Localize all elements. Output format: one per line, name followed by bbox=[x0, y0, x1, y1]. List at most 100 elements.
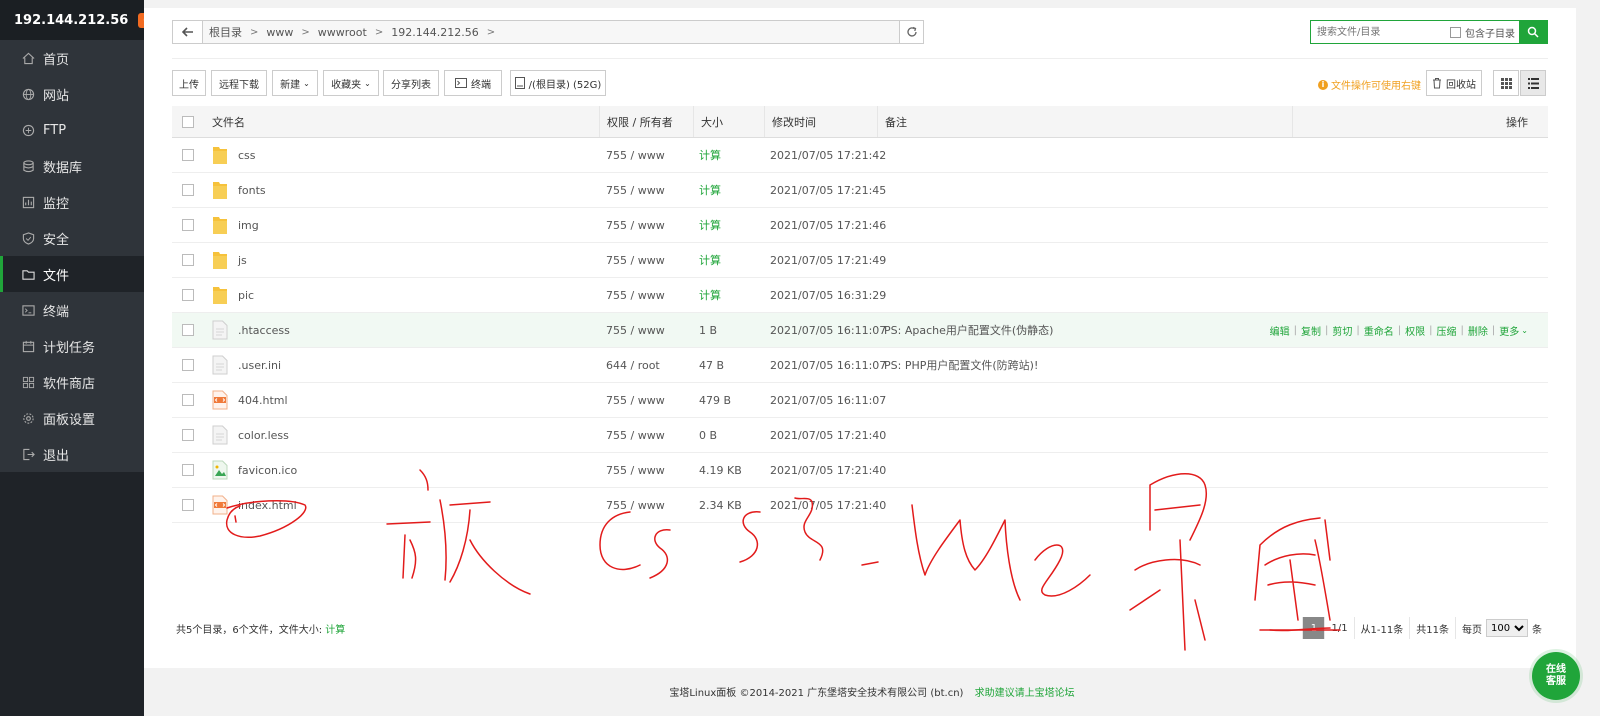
sidebar-item-database[interactable]: 数据库 bbox=[0, 148, 144, 184]
online-support-button[interactable]: 在线 客服 bbox=[1532, 652, 1580, 700]
grid-view-button[interactable] bbox=[1493, 70, 1519, 96]
row-checkbox[interactable] bbox=[182, 418, 194, 452]
back-button[interactable] bbox=[173, 21, 203, 43]
permission-cell[interactable]: 644 / root bbox=[606, 348, 660, 382]
permission-cell[interactable]: 755 / www bbox=[606, 208, 665, 242]
remote-download-button[interactable]: 远程下载 bbox=[211, 70, 267, 96]
file-name-cell[interactable]: 404.html bbox=[212, 383, 288, 417]
size-cell[interactable]: 计算 bbox=[699, 278, 721, 312]
row-checkbox[interactable] bbox=[182, 348, 194, 382]
file-name[interactable]: 404.html bbox=[238, 394, 288, 407]
table-row[interactable]: js 755 / www 计算 2021/07/05 17:21:49 bbox=[172, 243, 1548, 278]
table-row[interactable]: css 755 / www 计算 2021/07/05 17:21:42 bbox=[172, 138, 1548, 173]
breadcrumb-www[interactable]: www bbox=[266, 26, 293, 39]
per-page-select[interactable]: 100 bbox=[1486, 619, 1528, 637]
table-row[interactable]: pic 755 / www 计算 2021/07/05 16:31:29 bbox=[172, 278, 1548, 313]
note-cell[interactable]: PS: Apache用户配置文件(伪静态) bbox=[884, 313, 1053, 347]
include-subdir-toggle[interactable]: 包含子目录 bbox=[1450, 21, 1519, 43]
action-0[interactable]: 编辑 bbox=[1270, 323, 1290, 338]
file-name[interactable]: color.less bbox=[238, 429, 289, 442]
table-row[interactable]: .user.ini 644 / root 47 B 2021/07/05 16:11:… bbox=[172, 348, 1548, 383]
file-name-cell[interactable]: css bbox=[212, 138, 256, 172]
sidebar-item-home[interactable]: 首页 bbox=[0, 40, 144, 76]
breadcrumb-site[interactable]: 192.144.212.56 bbox=[391, 26, 478, 39]
refresh-button[interactable] bbox=[899, 21, 923, 43]
permission-cell[interactable]: 755 / www bbox=[606, 138, 665, 172]
col-mtime[interactable]: 修改时间 bbox=[764, 106, 816, 137]
file-name[interactable]: .user.ini bbox=[238, 359, 281, 372]
select-all-checkbox[interactable] bbox=[182, 106, 194, 137]
file-name[interactable]: js bbox=[238, 254, 247, 267]
calc-total-size-link[interactable]: 计算 bbox=[325, 625, 345, 636]
file-name-cell[interactable]: index.html bbox=[212, 488, 297, 522]
file-name[interactable]: img bbox=[238, 219, 259, 232]
permission-cell[interactable]: 755 / www bbox=[606, 278, 665, 312]
col-filename[interactable]: 文件名 bbox=[212, 106, 245, 137]
table-row[interactable]: favicon.ico 755 / www 4.19 KB 2021/07/05 17… bbox=[172, 453, 1548, 488]
size-cell[interactable]: 计算 bbox=[699, 173, 721, 207]
file-name[interactable]: css bbox=[238, 149, 256, 162]
action-6[interactable]: 删除 bbox=[1468, 323, 1488, 338]
file-name[interactable]: favicon.ico bbox=[238, 464, 297, 477]
action-5[interactable]: 压缩 bbox=[1437, 323, 1457, 338]
size-cell[interactable]: 计算 bbox=[699, 138, 721, 172]
file-name-cell[interactable]: js bbox=[212, 243, 247, 277]
size-cell[interactable]: 计算 bbox=[699, 243, 721, 277]
recycle-bin-button[interactable]: 回收站 bbox=[1426, 70, 1482, 96]
row-checkbox[interactable] bbox=[182, 138, 194, 172]
file-name-cell[interactable]: pic bbox=[212, 278, 254, 312]
table-row[interactable]: fonts 755 / www 计算 2021/07/05 17:21:45 bbox=[172, 173, 1548, 208]
breadcrumb-wwwroot[interactable]: wwwroot bbox=[318, 26, 367, 39]
file-name-cell[interactable]: color.less bbox=[212, 418, 289, 452]
file-name-cell[interactable]: .user.ini bbox=[212, 348, 281, 382]
breadcrumb-root[interactable]: 根目录 bbox=[209, 24, 242, 40]
sidebar-item-store[interactable]: 软件商店 bbox=[0, 364, 144, 400]
file-name-cell[interactable]: fonts bbox=[212, 173, 266, 207]
file-name[interactable]: index.html bbox=[238, 499, 297, 512]
permission-cell[interactable]: 755 / www bbox=[606, 488, 665, 522]
search-button[interactable] bbox=[1519, 21, 1547, 43]
new-dropdown-button[interactable]: 新建 ⌄ bbox=[272, 70, 318, 96]
action-4[interactable]: 权限 bbox=[1405, 323, 1425, 338]
file-name-cell[interactable]: .htaccess bbox=[212, 313, 290, 347]
row-checkbox[interactable] bbox=[182, 243, 194, 277]
row-checkbox[interactable] bbox=[182, 383, 194, 417]
table-row[interactable]: 404.html 755 / www 479 B 2021/07/05 16:11:0… bbox=[172, 383, 1548, 418]
share-list-button[interactable]: 分享列表 bbox=[383, 70, 439, 96]
size-cell[interactable]: 计算 bbox=[699, 208, 721, 242]
table-row[interactable]: index.html 755 / www 2.34 KB 2021/07/05 17:… bbox=[172, 488, 1548, 523]
favorites-dropdown-button[interactable]: 收藏夹 ⌄ bbox=[323, 70, 379, 96]
permission-cell[interactable]: 755 / www bbox=[606, 173, 665, 207]
page-current[interactable]: 1 bbox=[1302, 617, 1325, 639]
row-checkbox[interactable] bbox=[182, 278, 194, 312]
disk-button[interactable]: /(根目录) (52G) bbox=[510, 70, 606, 96]
sidebar-item-settings[interactable]: 面板设置 bbox=[0, 400, 144, 436]
sidebar-item-logout[interactable]: 退出 bbox=[0, 436, 144, 472]
row-checkbox[interactable] bbox=[182, 488, 194, 522]
sidebar-item-security[interactable]: 安全 bbox=[0, 220, 144, 256]
action-2[interactable]: 剪切 bbox=[1332, 323, 1352, 338]
terminal-button[interactable]: 终端 bbox=[444, 70, 502, 96]
permission-cell[interactable]: 755 / www bbox=[606, 418, 665, 452]
table-row[interactable]: color.less 755 / www 0 B 2021/07/05 17:21:4… bbox=[172, 418, 1548, 453]
action-7[interactable]: 更多 bbox=[1499, 323, 1519, 338]
permission-cell[interactable]: 755 / www bbox=[606, 243, 665, 277]
upload-button[interactable]: 上传 bbox=[172, 70, 206, 96]
file-name[interactable]: fonts bbox=[238, 184, 266, 197]
row-checkbox[interactable] bbox=[182, 453, 194, 487]
permission-cell[interactable]: 755 / www bbox=[606, 383, 665, 417]
forum-link[interactable]: 求助建议请上宝塔论坛 bbox=[975, 688, 1075, 699]
col-permission[interactable]: 权限 / 所有者 bbox=[599, 106, 673, 137]
permission-cell[interactable]: 755 / www bbox=[606, 313, 665, 347]
table-row[interactable]: img 755 / www 计算 2021/07/05 17:21:46 bbox=[172, 208, 1548, 243]
search-input[interactable] bbox=[1311, 21, 1450, 43]
permission-cell[interactable]: 755 / www bbox=[606, 453, 665, 487]
note-cell[interactable]: PS: PHP用户配置文件(防跨站)! bbox=[884, 348, 1038, 382]
file-name[interactable]: pic bbox=[238, 289, 254, 302]
file-name-cell[interactable]: img bbox=[212, 208, 259, 242]
sidebar-item-monitor[interactable]: 监控 bbox=[0, 184, 144, 220]
row-checkbox[interactable] bbox=[182, 173, 194, 207]
file-name[interactable]: .htaccess bbox=[238, 324, 290, 337]
col-size[interactable]: 大小 bbox=[693, 106, 723, 137]
include-subdir-checkbox[interactable] bbox=[1450, 26, 1461, 38]
